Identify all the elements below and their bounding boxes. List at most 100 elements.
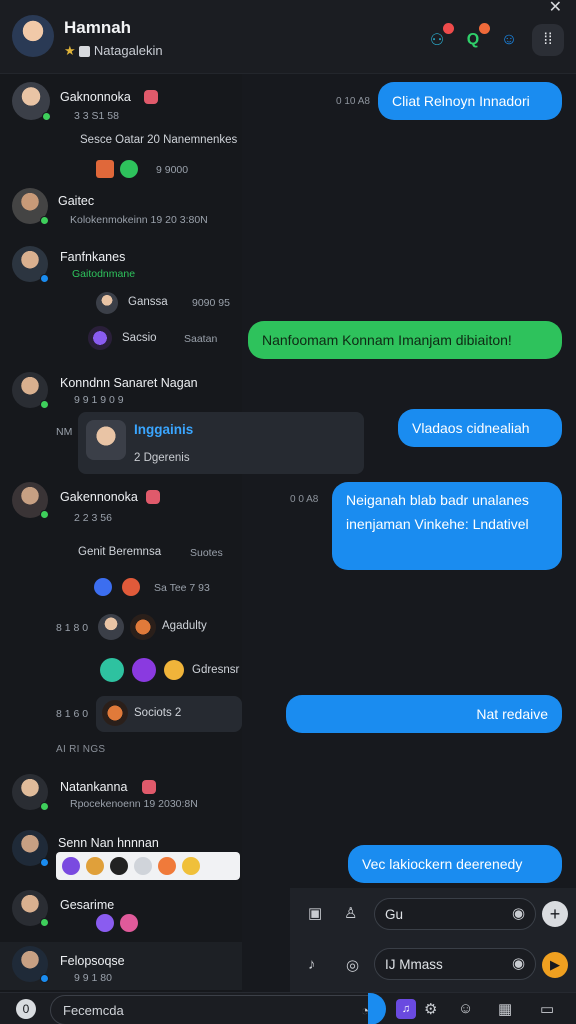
- add-icon[interactable]: +: [542, 901, 568, 927]
- emoji-icon: [96, 160, 114, 178]
- emoji-icon[interactable]: ☺: [458, 1000, 473, 1017]
- list-item[interactable]: 8 1 6 0 Sociots 2: [0, 696, 242, 732]
- list-item[interactable]: 8 1 8 0 Agadulty: [0, 612, 242, 642]
- list-item[interactable]: Ganssa 9090 95: [0, 290, 242, 320]
- voice-icon[interactable]: ♪: [308, 956, 316, 973]
- profile-name: Hamnah: [64, 18, 132, 37]
- message-bubble[interactable]: Vladaos cidnealiah: [398, 409, 562, 447]
- online-dot: [40, 400, 49, 409]
- calendar-icon[interactable]: ▦: [498, 1000, 512, 1018]
- profile-avatar[interactable]: [12, 15, 54, 57]
- list-item[interactable]: Sa Tee 7 93: [0, 574, 242, 602]
- emoji-strip: [56, 852, 240, 880]
- contact-meta: 3 3 S1 58: [74, 110, 119, 122]
- emoji-icon: [164, 660, 184, 680]
- contact-meta: Kolokenmokeinn 19 20 3:80N: [70, 214, 208, 226]
- contact-meta: 9 9 1 80: [74, 972, 112, 984]
- avatar: [12, 372, 49, 409]
- settings-icon[interactable]: ⚙: [424, 1000, 437, 1018]
- chat-app: Hamnah ★ Natagalekin ✕ ⚇ Q ☺ ⁞⁞ Gaknonno…: [0, 0, 576, 1024]
- close-icon[interactable]: ✕: [549, 0, 562, 17]
- contact-meta: Gaitodnmane: [72, 268, 136, 280]
- avatar: [12, 830, 49, 867]
- emoji-icon[interactable]: ◉: [512, 954, 525, 972]
- avatar: [12, 482, 49, 519]
- tag-icon: [79, 46, 91, 58]
- contact-meta: Rpocekenoenn 19 2030:8N: [70, 798, 198, 810]
- sticker-icon[interactable]: ◎: [346, 956, 359, 974]
- avatar: [12, 890, 49, 927]
- avatar: [86, 420, 126, 460]
- list-item[interactable]: Sacsio Saatan: [0, 324, 242, 354]
- header: Hamnah ★ Natagalekin ✕ ⚇ Q ☺ ⁞⁞: [0, 0, 576, 74]
- online-dot: [40, 802, 49, 811]
- avatar: [88, 326, 112, 350]
- contact-name: Sacsio: [122, 332, 157, 344]
- search-icon[interactable]: Q: [460, 23, 490, 53]
- app-icon[interactable]: ♫: [396, 999, 416, 1019]
- avatar: [98, 614, 124, 640]
- avatar: [12, 82, 51, 121]
- contact-name: Gakennonoka: [60, 490, 138, 504]
- contact-name: Konndnn Sanaret Nagan: [60, 376, 198, 390]
- profile-subtitle: ★ Natagalekin: [64, 43, 163, 59]
- message-bubble[interactable]: Nanfoomam Konnam Imanjam dibiaiton!: [248, 321, 562, 359]
- list-item[interactable]: Natankanna Rpocekenoenn 19 2030:8N: [0, 772, 242, 818]
- contact-name: Gesarime: [60, 898, 115, 912]
- notification-badge: [479, 23, 490, 34]
- composer-row: ♪ ◎ IJ Mmass ◉ ▶: [290, 940, 576, 992]
- contact-name: Sesce Oatar 20 Nanemnenkes: [80, 134, 238, 146]
- message-bubble[interactable]: Cliat Relnoyn Innadori: [378, 82, 562, 120]
- image-icon[interactable]: ▣: [308, 904, 322, 922]
- online-dot: [42, 112, 51, 121]
- monitor-icon[interactable]: ▭: [540, 1000, 554, 1018]
- list-item[interactable]: Senn Nan hnnnan: [0, 828, 242, 884]
- contact-card[interactable]: Inggainis 2 Dgerenis: [78, 412, 364, 474]
- contact-meta: Saatan: [184, 333, 218, 345]
- emoji-icon: [158, 857, 176, 875]
- card-subtitle: 2 Dgerenis: [134, 452, 190, 464]
- list-item[interactable]: Gaknonnoka 3 3 S1 58: [0, 80, 242, 130]
- contact-name: Agadulty: [162, 620, 207, 632]
- bottom-toolbar: 0 Fecemcda ◔ ♫ ⚙ ☺ ▦ ▭: [0, 992, 576, 1024]
- blue-accent: [368, 993, 386, 1024]
- person-icon[interactable]: ♙: [344, 904, 357, 922]
- contact-name: Natankanna: [60, 780, 128, 794]
- list-item[interactable]: Gesarime: [0, 888, 242, 936]
- message-bubble[interactable]: Nat redaive: [286, 695, 562, 733]
- subtitle-text: Natagalekin: [93, 43, 163, 58]
- online-dot: [40, 918, 49, 927]
- list-item[interactable]: Genit Beremnsa Suotes: [0, 540, 242, 568]
- avatar: [12, 774, 49, 811]
- composer-row: ▣ ♙ Gu ◉ +: [290, 888, 576, 940]
- list-item[interactable]: Felopsoqse 9 9 1 80: [0, 942, 242, 990]
- list-item[interactable]: Gdresnsr: [0, 654, 242, 684]
- contact-meta: 9 9 1 9 0 9: [74, 394, 124, 406]
- chat-icon[interactable]: ☺: [496, 27, 522, 53]
- list-item[interactable]: Fanfnkanes Gaitodnmane: [0, 242, 242, 288]
- list-item[interactable]: Gaitec Kolokenmokeinn 19 20 3:80N: [0, 186, 242, 234]
- star-icon: ★: [64, 43, 76, 58]
- list-item[interactable]: Sesce Oatar 20 Nanemnenkes 9 9000: [0, 130, 242, 182]
- emoji-icon: [86, 857, 104, 875]
- people-icon[interactable]: ⚇: [424, 23, 454, 53]
- emoji-icon: [100, 658, 124, 682]
- contact-meta: 9090 95: [192, 297, 230, 309]
- menu-icon[interactable]: ⁞⁞: [532, 24, 564, 56]
- search-input[interactable]: Fecemcda ◔: [50, 995, 382, 1024]
- contact-name: Ganssa: [128, 296, 168, 308]
- list-item[interactable]: Konndnn Sanaret Nagan 9 9 1 9 0 9: [0, 370, 242, 414]
- emoji-icon: [94, 578, 112, 596]
- send-icon[interactable]: ▶: [542, 952, 568, 978]
- list-item[interactable]: Gakennonoka 2 2 3 56: [0, 480, 242, 532]
- avatar: [12, 246, 49, 283]
- section-label: AI RI NGS: [56, 744, 106, 755]
- message-bubble[interactable]: Vec lakiockern deerenedy: [348, 845, 562, 883]
- profile-icon[interactable]: 0: [16, 999, 36, 1019]
- emoji-icon[interactable]: ◉: [512, 904, 525, 922]
- contact-name: Fanfnkanes: [60, 250, 126, 264]
- message-bubble[interactable]: Neiganah blab badr unalanes inenjaman Vi…: [332, 482, 562, 570]
- message-time: 0 10 A8: [336, 96, 370, 107]
- emoji-icon: [110, 857, 128, 875]
- notification-badge: [443, 23, 454, 34]
